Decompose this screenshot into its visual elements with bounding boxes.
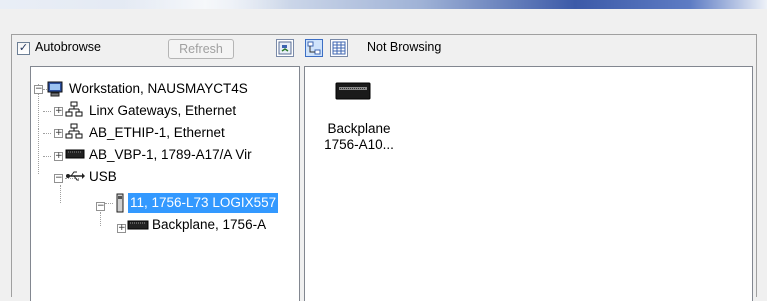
backplane-list-item[interactable]: Backplane 1756-A10... — [319, 81, 399, 161]
tree-item-backplane[interactable]: Backplane, 1756-A — [152, 215, 266, 235]
list-view-icon[interactable] — [330, 39, 348, 57]
expand-backplane-toggle[interactable]: + — [117, 224, 126, 233]
expand-linx-gateways-toggle[interactable]: + — [54, 107, 63, 116]
expand-ab-ethip-toggle[interactable]: + — [54, 129, 63, 138]
controller-module-icon — [115, 193, 125, 216]
backplane-icon — [127, 218, 149, 235]
tree-view-icon[interactable] — [305, 39, 323, 57]
collapse-usb-toggle[interactable]: − — [54, 174, 63, 183]
autobrowse-label[interactable]: Autobrowse — [35, 40, 101, 54]
refresh-button[interactable]: Refresh — [168, 39, 234, 59]
device-detail-pane[interactable]: Backplane 1756-A10... — [304, 66, 753, 301]
tree-item-ab-ethip[interactable]: AB_ETHIP-1, Ethernet — [89, 123, 225, 143]
window-title-strip — [0, 0, 767, 9]
network-tree-pane[interactable]: − Workstation, NAUSMAYCT4S + Linx Gatewa… — [30, 66, 300, 301]
network-icon — [65, 101, 83, 120]
browse-status-text: Not Browsing — [367, 40, 442, 54]
tree-item-ab-vbp[interactable]: AB_VBP-1, 1789-A17/A Vir — [89, 145, 252, 165]
tree-item-workstation[interactable]: Workstation, NAUSMAYCT4S — [69, 79, 248, 99]
backplane-item-name: Backplane — [327, 121, 391, 136]
browse-mode-icon[interactable] — [276, 39, 294, 57]
autobrowse-checkbox[interactable]: ✓ — [17, 42, 30, 55]
backplane-chassis-icon — [335, 81, 371, 104]
usb-icon — [65, 169, 85, 186]
tree-item-usb[interactable]: USB — [89, 167, 117, 187]
network-icon — [65, 123, 83, 142]
virtual-backplane-icon — [65, 147, 85, 164]
collapse-controller-toggle[interactable]: − — [96, 202, 105, 211]
collapse-workstation-toggle[interactable]: − — [34, 85, 43, 94]
tree-item-controller[interactable]: 11, 1756-L73 LOGIX557 — [128, 193, 279, 213]
tree-item-linx-gateways[interactable]: Linx Gateways, Ethernet — [89, 101, 236, 121]
workstation-icon — [46, 81, 64, 100]
backplane-item-catalog: 1756-A10... — [324, 137, 394, 152]
expand-ab-vbp-toggle[interactable]: + — [54, 152, 63, 161]
